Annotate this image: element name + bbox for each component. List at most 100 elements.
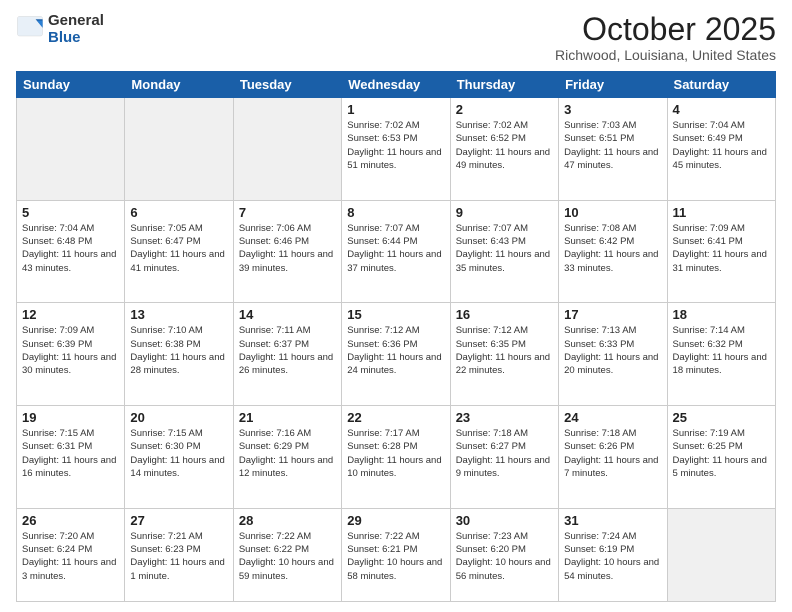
day-info: Sunrise: 7:03 AM Sunset: 6:51 PM Dayligh… <box>564 119 661 172</box>
day-number: 5 <box>22 205 119 220</box>
day-info: Sunrise: 7:14 AM Sunset: 6:32 PM Dayligh… <box>673 324 770 377</box>
weekday-header-thursday: Thursday <box>450 72 558 98</box>
weekday-header-monday: Monday <box>125 72 233 98</box>
calendar-cell <box>233 98 341 201</box>
day-number: 15 <box>347 307 444 322</box>
day-info: Sunrise: 7:06 AM Sunset: 6:46 PM Dayligh… <box>239 222 336 275</box>
month-title: October 2025 <box>555 12 776 47</box>
weekday-header-tuesday: Tuesday <box>233 72 341 98</box>
day-number: 10 <box>564 205 661 220</box>
weekday-header-wednesday: Wednesday <box>342 72 450 98</box>
day-number: 22 <box>347 410 444 425</box>
page-header: General Blue October 2025 Richwood, Loui… <box>16 12 776 63</box>
calendar-cell: 18 Sunrise: 7:14 AM Sunset: 6:32 PM Dayli… <box>667 303 775 406</box>
day-info: Sunrise: 7:18 AM Sunset: 6:27 PM Dayligh… <box>456 427 553 480</box>
day-info: Sunrise: 7:15 AM Sunset: 6:30 PM Dayligh… <box>130 427 227 480</box>
day-info: Sunrise: 7:15 AM Sunset: 6:31 PM Dayligh… <box>22 427 119 480</box>
calendar-cell: 10 Sunrise: 7:08 AM Sunset: 6:42 PM Dayli… <box>559 200 667 303</box>
day-number: 7 <box>239 205 336 220</box>
day-info: Sunrise: 7:05 AM Sunset: 6:47 PM Dayligh… <box>130 222 227 275</box>
day-number: 16 <box>456 307 553 322</box>
day-number: 11 <box>673 205 770 220</box>
calendar-cell: 25 Sunrise: 7:19 AM Sunset: 6:25 PM Dayli… <box>667 406 775 509</box>
calendar-cell: 8Sunrise: 7:07 AM Sunset: 6:44 PM Daylig… <box>342 200 450 303</box>
calendar-table: SundayMondayTuesdayWednesdayThursdayFrid… <box>16 71 776 602</box>
weekday-header-saturday: Saturday <box>667 72 775 98</box>
day-number: 6 <box>130 205 227 220</box>
day-number: 14 <box>239 307 336 322</box>
calendar-cell: 19 Sunrise: 7:15 AM Sunset: 6:31 PM Dayli… <box>17 406 125 509</box>
day-info: Sunrise: 7:22 AM Sunset: 6:21 PM Dayligh… <box>347 530 444 583</box>
day-number: 24 <box>564 410 661 425</box>
logo: General Blue <box>16 12 104 47</box>
day-info: Sunrise: 7:04 AM Sunset: 6:49 PM Dayligh… <box>673 119 770 172</box>
day-number: 27 <box>130 513 227 528</box>
day-info: Sunrise: 7:17 AM Sunset: 6:28 PM Dayligh… <box>347 427 444 480</box>
day-number: 9 <box>456 205 553 220</box>
day-info: Sunrise: 7:19 AM Sunset: 6:25 PM Dayligh… <box>673 427 770 480</box>
calendar-week-row: 19 Sunrise: 7:15 AM Sunset: 6:31 PM Dayli… <box>17 406 776 509</box>
day-info: Sunrise: 7:02 AM Sunset: 6:53 PM Dayligh… <box>347 119 444 172</box>
calendar-week-row: 5Sunrise: 7:04 AM Sunset: 6:48 PM Daylig… <box>17 200 776 303</box>
day-number: 17 <box>564 307 661 322</box>
day-number: 26 <box>22 513 119 528</box>
calendar-cell: 20 Sunrise: 7:15 AM Sunset: 6:30 PM Dayli… <box>125 406 233 509</box>
day-number: 25 <box>673 410 770 425</box>
calendar-cell: 9 Sunrise: 7:07 AM Sunset: 6:43 PM Daylig… <box>450 200 558 303</box>
day-info: Sunrise: 7:09 AM Sunset: 6:41 PM Dayligh… <box>673 222 770 275</box>
day-info: Sunrise: 7:10 AM Sunset: 6:38 PM Dayligh… <box>130 324 227 377</box>
day-info: Sunrise: 7:21 AM Sunset: 6:23 PM Dayligh… <box>130 530 227 583</box>
calendar-cell: 24 Sunrise: 7:18 AM Sunset: 6:26 PM Dayli… <box>559 406 667 509</box>
logo-icon <box>16 15 44 43</box>
day-info: Sunrise: 7:12 AM Sunset: 6:36 PM Dayligh… <box>347 324 444 377</box>
day-info: Sunrise: 7:20 AM Sunset: 6:24 PM Dayligh… <box>22 530 119 583</box>
calendar-cell: 2Sunrise: 7:02 AM Sunset: 6:52 PM Daylig… <box>450 98 558 201</box>
logo-text: General Blue <box>48 12 104 47</box>
calendar-cell: 23 Sunrise: 7:18 AM Sunset: 6:27 PM Dayli… <box>450 406 558 509</box>
calendar-cell: 29Sunrise: 7:22 AM Sunset: 6:21 PM Dayli… <box>342 508 450 601</box>
calendar-cell: 4Sunrise: 7:04 AM Sunset: 6:49 PM Daylig… <box>667 98 775 201</box>
day-info: Sunrise: 7:09 AM Sunset: 6:39 PM Dayligh… <box>22 324 119 377</box>
day-number: 21 <box>239 410 336 425</box>
day-info: Sunrise: 7:02 AM Sunset: 6:52 PM Dayligh… <box>456 119 553 172</box>
day-info: Sunrise: 7:16 AM Sunset: 6:29 PM Dayligh… <box>239 427 336 480</box>
calendar-cell: 5Sunrise: 7:04 AM Sunset: 6:48 PM Daylig… <box>17 200 125 303</box>
weekday-header-row: SundayMondayTuesdayWednesdayThursdayFrid… <box>17 72 776 98</box>
day-number: 3 <box>564 102 661 117</box>
day-number: 1 <box>347 102 444 117</box>
calendar-cell <box>667 508 775 601</box>
calendar-cell: 17 Sunrise: 7:13 AM Sunset: 6:33 PM Dayli… <box>559 303 667 406</box>
day-info: Sunrise: 7:13 AM Sunset: 6:33 PM Dayligh… <box>564 324 661 377</box>
calendar-cell: 28Sunrise: 7:22 AM Sunset: 6:22 PM Dayli… <box>233 508 341 601</box>
calendar-cell: 12Sunrise: 7:09 AM Sunset: 6:39 PM Dayli… <box>17 303 125 406</box>
calendar-cell: 16Sunrise: 7:12 AM Sunset: 6:35 PM Dayli… <box>450 303 558 406</box>
calendar-cell: 11 Sunrise: 7:09 AM Sunset: 6:41 PM Dayli… <box>667 200 775 303</box>
day-info: Sunrise: 7:07 AM Sunset: 6:43 PM Dayligh… <box>456 222 553 275</box>
logo-blue: Blue <box>48 29 104 46</box>
day-number: 23 <box>456 410 553 425</box>
title-block: October 2025 Richwood, Louisiana, United… <box>555 12 776 63</box>
day-number: 30 <box>456 513 553 528</box>
day-info: Sunrise: 7:23 AM Sunset: 6:20 PM Dayligh… <box>456 530 553 583</box>
day-info: Sunrise: 7:07 AM Sunset: 6:44 PM Dayligh… <box>347 222 444 275</box>
day-info: Sunrise: 7:24 AM Sunset: 6:19 PM Dayligh… <box>564 530 661 583</box>
day-number: 31 <box>564 513 661 528</box>
calendar-week-row: 26 Sunrise: 7:20 AM Sunset: 6:24 PM Dayli… <box>17 508 776 601</box>
day-number: 18 <box>673 307 770 322</box>
weekday-header-sunday: Sunday <box>17 72 125 98</box>
calendar-cell <box>125 98 233 201</box>
day-info: Sunrise: 7:18 AM Sunset: 6:26 PM Dayligh… <box>564 427 661 480</box>
location: Richwood, Louisiana, United States <box>555 47 776 63</box>
calendar-cell: 26 Sunrise: 7:20 AM Sunset: 6:24 PM Dayli… <box>17 508 125 601</box>
logo-general: General <box>48 12 104 29</box>
calendar-cell: 3 Sunrise: 7:03 AM Sunset: 6:51 PM Daylig… <box>559 98 667 201</box>
calendar-cell: 15 Sunrise: 7:12 AM Sunset: 6:36 PM Dayli… <box>342 303 450 406</box>
day-number: 28 <box>239 513 336 528</box>
day-number: 19 <box>22 410 119 425</box>
day-number: 20 <box>130 410 227 425</box>
calendar-cell: 27 Sunrise: 7:21 AM Sunset: 6:23 PM Dayli… <box>125 508 233 601</box>
calendar-week-row: 1 Sunrise: 7:02 AM Sunset: 6:53 PM Daylig… <box>17 98 776 201</box>
calendar-cell: 1 Sunrise: 7:02 AM Sunset: 6:53 PM Daylig… <box>342 98 450 201</box>
day-info: Sunrise: 7:08 AM Sunset: 6:42 PM Dayligh… <box>564 222 661 275</box>
calendar-cell: 31 Sunrise: 7:24 AM Sunset: 6:19 PM Dayli… <box>559 508 667 601</box>
